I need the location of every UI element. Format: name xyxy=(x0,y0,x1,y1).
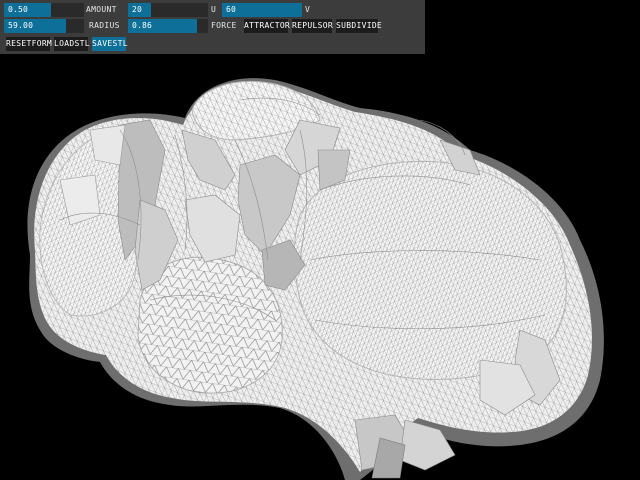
v-label: V xyxy=(305,5,311,14)
repulsor-button[interactable]: REPULSOR xyxy=(292,19,333,33)
savestl-button[interactable]: SAVESTL xyxy=(92,37,128,51)
control-panel: 0.50 AMOUNT 20 U 60 V 59.00 RADIUS 0.86 … xyxy=(0,0,425,54)
v-slider[interactable]: 60 xyxy=(222,3,302,17)
amount-label: AMOUNT xyxy=(86,5,117,14)
attractor-button[interactable]: ATTRACTOR xyxy=(244,19,290,33)
loadstl-button[interactable]: LOADSTL xyxy=(54,37,90,51)
resetform-button[interactable]: RESETFORM xyxy=(6,37,52,51)
subdivide-button[interactable]: SUBDIVIDE xyxy=(336,19,382,33)
v-value: 60 xyxy=(226,5,237,14)
u-slider[interactable]: 20 xyxy=(128,3,208,17)
radius-label: RADIUS xyxy=(89,21,120,30)
force-label: FORCE xyxy=(211,21,237,30)
mesh-canvas[interactable] xyxy=(0,0,640,480)
force-value: 0.86 xyxy=(132,21,153,30)
u-value: 20 xyxy=(132,5,143,14)
u-label: U xyxy=(211,5,217,14)
amount-slider[interactable]: 0.50 xyxy=(4,3,84,17)
3d-viewport[interactable] xyxy=(0,0,640,480)
radius-value: 59.00 xyxy=(8,21,34,30)
wireframe-mesh[interactable] xyxy=(27,78,604,480)
force-slider[interactable]: 0.86 xyxy=(128,19,208,33)
radius-slider[interactable]: 59.00 xyxy=(4,19,84,33)
amount-value: 0.50 xyxy=(8,5,29,14)
